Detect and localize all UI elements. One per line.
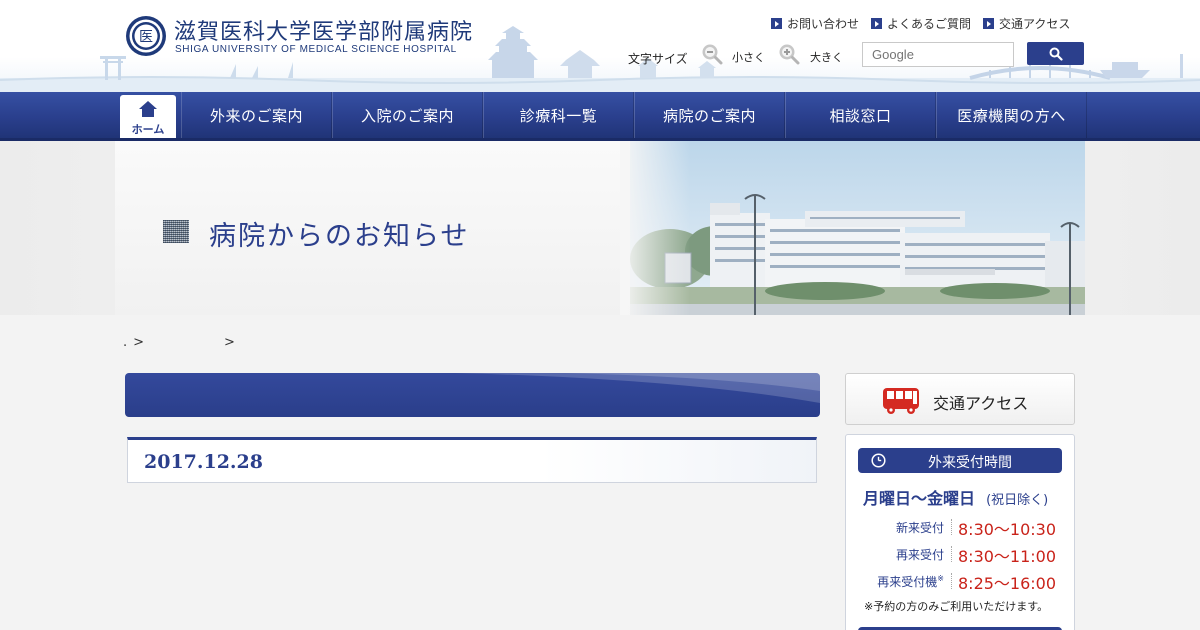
page-title: 病院からのお知らせ — [209, 221, 470, 252]
nav-item-consultation[interactable]: 相談窓口 — [785, 92, 936, 138]
logo-kanji: 医 — [139, 30, 153, 46]
hospital-logo-emblem[interactable]: 医 — [125, 15, 167, 57]
util-link-label: 交通アクセス — [999, 17, 1071, 31]
nav-item-inpatient[interactable]: 入院のご案内 — [332, 92, 483, 138]
home-icon — [139, 101, 157, 117]
breadcrumb-separator: > — [133, 335, 145, 350]
page-hero: 病院からのお知らせ — [0, 141, 1200, 315]
access-button[interactable]: 交通アクセス — [845, 373, 1075, 425]
breadcrumb-separator: > — [224, 335, 235, 350]
breadcrumb: . > > — [123, 335, 235, 350]
nav-home[interactable]: ホーム — [115, 92, 181, 138]
hours-row-label: 再来受付機※ — [877, 574, 944, 589]
hours-days: 月曜日〜金曜日 (祝日除く) — [863, 485, 1048, 509]
access-button-label: 交通アクセス — [933, 394, 1029, 413]
bus-icon — [883, 388, 919, 414]
hours-days-range: 月曜日〜金曜日 — [863, 489, 976, 508]
global-nav: ホーム 外来のご案内 入院のご案内 診療科一覧 病院のご案内 相談窓口 医療機関… — [0, 92, 1200, 141]
util-link-contact[interactable]: お問い合わせ — [771, 15, 859, 32]
hours-row-label: 新来受付 — [895, 521, 944, 535]
hours-row-time: 8:30〜10:30 — [958, 520, 1057, 539]
article-date: 2017.12.28 — [144, 451, 263, 473]
nav-item-outpatient[interactable]: 外来のご案内 — [181, 92, 332, 138]
zoom-out-icon[interactable] — [701, 43, 723, 65]
search-icon — [1049, 47, 1063, 61]
util-link-faq[interactable]: よくあるご質問 — [871, 15, 971, 32]
arrow-right-icon — [771, 18, 782, 29]
search-button[interactable] — [1027, 42, 1084, 65]
font-size-label: 文字サイズ — [628, 52, 688, 66]
search-input[interactable] — [862, 42, 1014, 67]
hours-row-time: 8:30〜11:00 — [958, 547, 1057, 566]
hours-footnote: ※予約の方のみご利用いただけます。 — [864, 600, 1049, 613]
outpatient-hours-panel: 外来受付時間 月曜日〜金曜日 (祝日除く) 新来受付 8:30〜10:30 再来… — [845, 434, 1075, 630]
breadcrumb-home-link[interactable]: . — [123, 335, 127, 350]
hours-header: 外来受付時間 — [858, 448, 1062, 473]
article-heading-bar — [125, 373, 820, 417]
hours-title: 外来受付時間 — [928, 455, 1012, 471]
arrow-right-icon — [871, 18, 883, 29]
font-large-button[interactable]: 大きく — [810, 49, 843, 65]
zoom-in-icon[interactable] — [778, 43, 800, 65]
font-small-button[interactable]: 小さく — [732, 49, 765, 65]
hours-row-label: 再来受付 — [895, 548, 944, 562]
nav-item-medical-institutions[interactable]: 医療機関の方へ — [936, 92, 1087, 138]
hours-row: 新来受付 8:30〜10:30 — [860, 515, 1060, 539]
utility-links: お問い合わせ よくあるご質問 交通アクセス — [771, 15, 1070, 32]
hours-days-note: (祝日除く) — [986, 493, 1049, 508]
title-marker-icon — [163, 220, 189, 243]
hospital-name[interactable]: 滋賀医科大学医学部附属病院 — [174, 14, 473, 46]
footnote-mark: ※ — [937, 574, 944, 583]
article-date-box: 2017.12.28 — [127, 437, 817, 483]
nav-item-departments[interactable]: 診療科一覧 — [483, 92, 634, 138]
site-header: 医 滋賀医科大学医学部附属病院 SHIGA UNIVERSITY OF MEDI… — [0, 0, 1200, 92]
util-link-access[interactable]: 交通アクセス — [983, 15, 1070, 32]
util-link-label: よくあるご質問 — [887, 17, 972, 31]
hours-row-time: 8:25〜16:00 — [958, 574, 1057, 593]
hospital-name-english: SHIGA UNIVERSITY OF MEDICAL SCIENCE HOSP… — [175, 44, 457, 55]
hours-row: 再来受付機※ 8:25〜16:00 — [860, 569, 1060, 593]
arrow-right-icon — [983, 18, 995, 29]
heading-decoration — [455, 373, 820, 403]
hours-row: 再来受付 8:30〜11:00 — [860, 542, 1060, 566]
nav-home-label: ホーム — [131, 123, 165, 136]
util-link-label: お問い合わせ — [787, 17, 860, 31]
nav-item-about[interactable]: 病院のご案内 — [634, 92, 785, 138]
